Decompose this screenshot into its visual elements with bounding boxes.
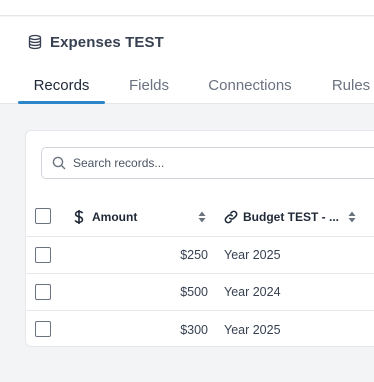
cell-budget[interactable]: Year 2024	[224, 274, 281, 310]
search-icon	[52, 156, 66, 170]
column-header-amount[interactable]: Amount	[74, 196, 206, 237]
cell-amount: $250	[180, 248, 208, 262]
table-header-row: Amount Budget TEST - ...	[26, 196, 374, 237]
tab-records[interactable]: Records	[18, 67, 105, 104]
column-header-budget[interactable]: Budget TEST - ...	[224, 196, 356, 237]
page-title: Expenses TEST	[50, 33, 164, 51]
sort-icon[interactable]	[348, 211, 356, 223]
column-label-amount: Amount	[92, 209, 138, 224]
link-icon	[224, 210, 238, 223]
column-label-budget: Budget TEST - ...	[243, 209, 339, 224]
cell-budget[interactable]: Year 2025	[224, 237, 281, 273]
sort-icon[interactable]	[198, 211, 206, 223]
table-row[interactable]: $250 Year 2025	[26, 237, 374, 274]
tab-rules[interactable]: Rules	[324, 67, 374, 103]
tab-connections[interactable]: Connections	[200, 67, 300, 103]
table-row[interactable]: $300 Year 2025	[26, 311, 374, 348]
records-table-card: Amount Budget TEST - ... $250 Year 2025 …	[25, 130, 374, 347]
row-checkbox[interactable]	[35, 321, 51, 337]
search-input[interactable]	[73, 156, 353, 170]
database-icon	[27, 34, 43, 50]
tab-bar: Records Fields Connections Rules	[0, 67, 374, 104]
row-checkbox[interactable]	[35, 247, 51, 263]
search-box[interactable]	[41, 147, 374, 179]
cell-budget[interactable]: Year 2025	[224, 311, 281, 348]
row-checkbox[interactable]	[35, 284, 51, 300]
dollar-icon	[74, 209, 84, 224]
top-strip	[0, 0, 374, 16]
table-row[interactable]: $500 Year 2024	[26, 274, 374, 311]
select-all-checkbox[interactable]	[35, 208, 51, 224]
object-header: Expenses TEST	[0, 17, 374, 67]
cell-amount: $500	[180, 285, 208, 299]
tab-fields[interactable]: Fields	[122, 67, 176, 103]
cell-amount: $300	[180, 322, 208, 337]
